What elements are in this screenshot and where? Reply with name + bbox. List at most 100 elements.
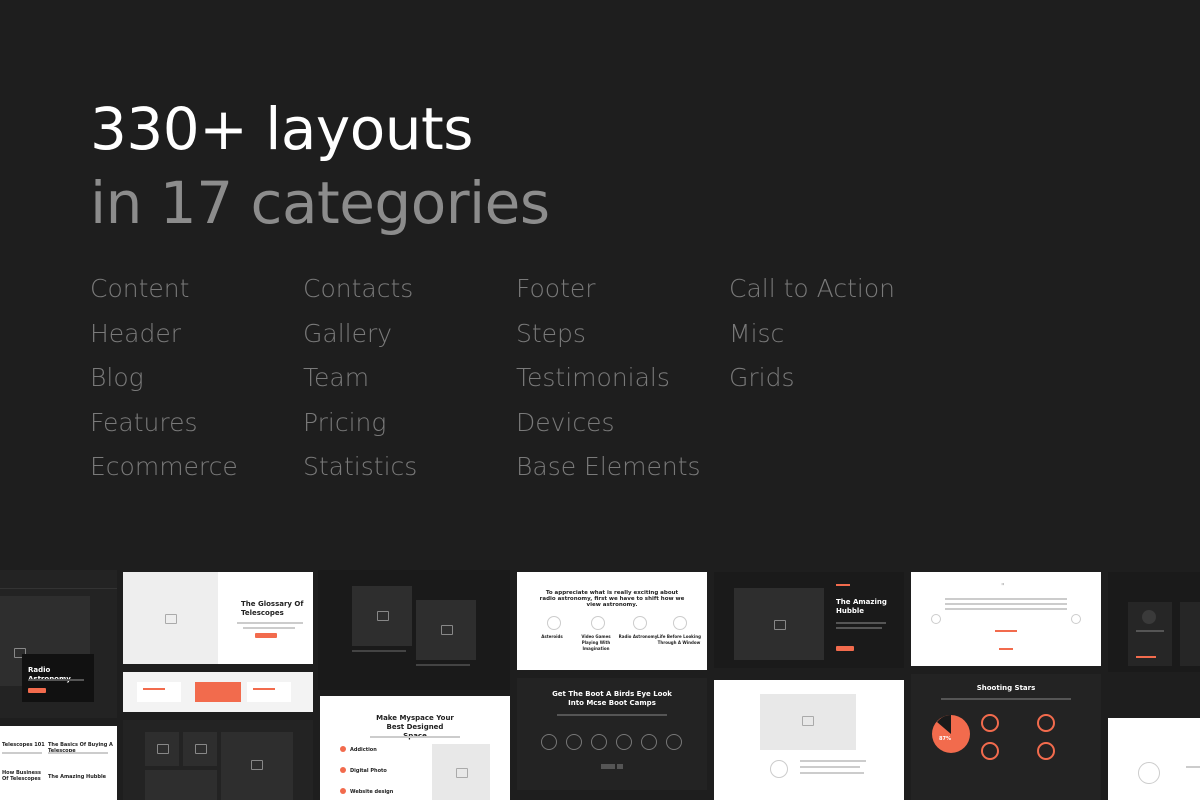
progress-ring: [1037, 742, 1055, 760]
team-card: [1128, 602, 1172, 666]
thumbnail-gallery-dark[interactable]: [318, 570, 510, 690]
thumbnail-title: The Amazing Hubble: [836, 598, 887, 615]
category-item[interactable]: Blog: [90, 363, 303, 408]
link[interactable]: [999, 648, 1013, 650]
feature-item: Digital Photo: [350, 768, 387, 774]
hero-title-line-1: 330+ layouts: [90, 95, 473, 163]
text-line: [28, 679, 84, 681]
image-placeholder: [145, 732, 179, 766]
category-item[interactable]: Footer: [516, 274, 729, 319]
category-item[interactable]: Header: [90, 319, 303, 364]
divider: [0, 588, 117, 589]
step-icon: [673, 616, 687, 630]
text-line: [941, 698, 1071, 700]
category-item[interactable]: Devices: [516, 408, 729, 453]
category-item[interactable]: Ecommerce: [90, 452, 303, 497]
text-line: [253, 688, 275, 690]
category-item[interactable]: Steps: [516, 319, 729, 364]
list-dot: [340, 788, 346, 794]
step-icon: [591, 616, 605, 630]
progress-ring: [981, 742, 999, 760]
thumbnail-team-dark[interactable]: [1108, 572, 1200, 672]
thumbnail-boot-camps[interactable]: Get The Boot A Birds Eye Look Into Mcse …: [517, 678, 707, 790]
thumbnail-gallery[interactable]: [123, 720, 313, 800]
progress-ring: [1037, 714, 1055, 732]
social-icons[interactable]: [1136, 656, 1156, 658]
step-icon: [633, 616, 647, 630]
text-line: [1186, 766, 1200, 768]
thumbnail-testimonial[interactable]: ": [911, 572, 1101, 666]
text-line: [2, 752, 42, 754]
prev-arrow-icon[interactable]: [931, 614, 941, 624]
avatar: [1142, 610, 1156, 624]
text-line: [836, 627, 882, 629]
category-item[interactable]: Features: [90, 408, 303, 453]
step-label: Life Before Looking Through A Window: [657, 634, 701, 645]
step-label: Asteroids: [541, 634, 563, 639]
text-line: [800, 766, 860, 768]
text-line: [945, 598, 1067, 600]
thumbnail-team-member[interactable]: [714, 680, 904, 800]
cta-button[interactable]: [28, 688, 46, 693]
image-placeholder: [145, 770, 217, 800]
list-dot: [340, 746, 346, 752]
pie-value: 87%: [939, 736, 951, 742]
thumbnail-blog[interactable]: Telescopes 101 The Basics Of Buying A Te…: [0, 726, 117, 800]
contact-card-active: [195, 682, 241, 702]
contact-card: [137, 682, 181, 702]
cta-button[interactable]: [255, 633, 277, 638]
thumbnail-myspace[interactable]: Make Myspace Your Best Designed Space Ad…: [320, 696, 510, 800]
thumbnail-glossary[interactable]: The Glossary Of Telescopes: [123, 572, 313, 664]
image-icon: [165, 614, 177, 624]
category-item[interactable]: Content: [90, 274, 303, 319]
thumbnail-contacts[interactable]: [123, 672, 313, 712]
map-placeholder: [123, 572, 218, 664]
layout-thumbnail-strip: Radio Astronomy Telescopes 101 The Basic…: [0, 570, 1200, 800]
category-item[interactable]: Testimonials: [516, 363, 729, 408]
image-placeholder: [352, 586, 412, 646]
progress-ring: [981, 714, 999, 732]
image-placeholder: [221, 732, 293, 800]
category-item[interactable]: Call to Action: [729, 274, 942, 319]
blog-item: How Business Of Telescopes: [2, 770, 41, 782]
text-line: [352, 650, 406, 652]
thumbnail-steps[interactable]: To appreciate what is really exciting ab…: [517, 572, 707, 670]
team-card: [1180, 602, 1200, 666]
category-item[interactable]: Misc: [729, 319, 942, 364]
category-item[interactable]: Team: [303, 363, 516, 408]
star-icon: [616, 734, 632, 750]
next-arrow-icon[interactable]: [1071, 614, 1081, 624]
image-icon: [377, 611, 389, 621]
pill-button[interactable]: [617, 764, 623, 769]
category-list: Content Header Blog Features Ecommerce C…: [90, 274, 942, 497]
image-placeholder: [432, 744, 490, 800]
category-item[interactable]: Gallery: [303, 319, 516, 364]
thumbnail-radio-astronomy[interactable]: Radio Astronomy: [0, 570, 117, 718]
image-placeholder: [183, 732, 217, 766]
star-icon: [566, 734, 582, 750]
image-icon: [441, 625, 453, 635]
image-placeholder: [760, 694, 856, 750]
thumbnail-shooting-stars[interactable]: Shooting Stars 87%: [911, 674, 1101, 800]
pill-button[interactable]: [601, 764, 615, 769]
thumbnail-title: Radio Astronomy: [28, 666, 71, 683]
category-item[interactable]: Contacts: [303, 274, 516, 319]
image-icon: [157, 744, 169, 754]
text-line: [945, 603, 1067, 605]
step-icon: [547, 616, 561, 630]
text-line: [48, 752, 108, 754]
thumbnail-testimonial-light[interactable]: [1108, 718, 1200, 800]
category-item[interactable]: Base Elements: [516, 452, 729, 497]
category-item[interactable]: Statistics: [303, 452, 516, 497]
text-line: [836, 622, 886, 624]
blog-item: The Amazing Hubble: [48, 774, 107, 780]
avatar: [770, 760, 788, 778]
text-line: [800, 760, 866, 762]
image-icon: [456, 768, 468, 778]
text-line: [243, 627, 295, 629]
category-item[interactable]: Grids: [729, 363, 942, 408]
cta-button[interactable]: [836, 646, 854, 651]
blog-item: Telescopes 101: [2, 742, 45, 748]
category-item[interactable]: Pricing: [303, 408, 516, 453]
thumbnail-hubble[interactable]: The Amazing Hubble: [714, 572, 904, 668]
